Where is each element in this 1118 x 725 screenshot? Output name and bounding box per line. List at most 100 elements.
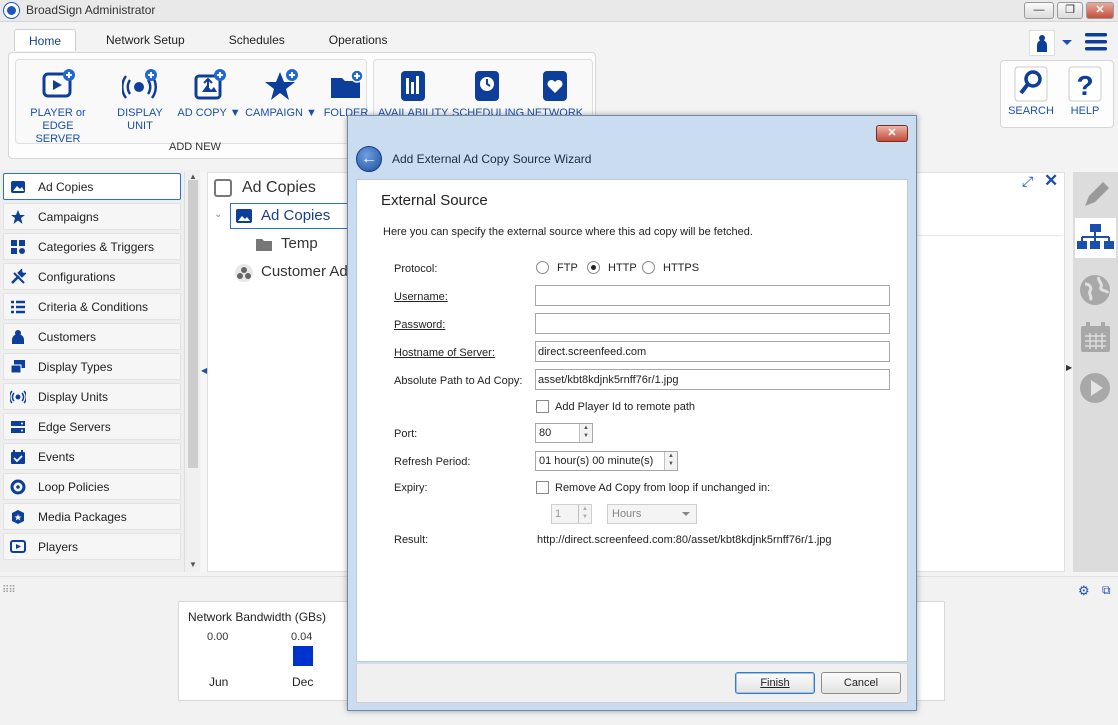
tree-node-temp[interactable]: Temp: [281, 235, 318, 252]
play-tool[interactable]: [1075, 368, 1116, 408]
user-button[interactable]: [1029, 30, 1055, 56]
edit-tool[interactable]: [1075, 176, 1116, 216]
display-unit-label: DISPLAY UNIT: [117, 107, 163, 132]
chart-category-dec: Dec: [292, 675, 314, 689]
sidebar-scrollbar[interactable]: ▲ ▼: [184, 172, 200, 572]
help-button[interactable]: ? HELP: [1061, 65, 1109, 117]
close-window-button[interactable]: ✕: [1086, 2, 1114, 19]
protocol-https-label: HTTPS: [663, 261, 700, 274]
sidebar-item-customers[interactable]: Customers: [3, 323, 181, 350]
minimize-button[interactable]: —: [1024, 2, 1054, 19]
username-field[interactable]: [535, 285, 890, 306]
sidebar-item-players[interactable]: Players: [3, 533, 181, 560]
search-label: SEARCH: [1008, 105, 1054, 117]
globe-tool[interactable]: [1075, 270, 1116, 310]
sidebar-item-display-units[interactable]: Display Units: [3, 383, 181, 410]
protocol-ftp-radio[interactable]: FTP: [536, 261, 578, 274]
sidebar-item-label: Edge Servers: [38, 419, 111, 434]
username-label-text: Username:: [394, 291, 448, 303]
spin-arrows-icon[interactable]: ▲ ▼: [664, 452, 677, 470]
section-description: Here you can specify the external source…: [383, 226, 753, 238]
radio-dot-selected: [587, 261, 600, 274]
ad-copies-icon: [10, 179, 26, 195]
sidebar-item-media-packages[interactable]: Media Packages: [3, 503, 181, 530]
dialog-title: Add External Ad Copy Source Wizard: [392, 152, 592, 166]
sidebar-item-edge-servers[interactable]: Edge Servers: [3, 413, 181, 440]
customers-icon: [10, 329, 26, 345]
add-display-unit-button[interactable]: DISPLAY UNIT: [104, 68, 176, 133]
help-icon: ?: [1068, 66, 1102, 102]
spin-arrows-icon[interactable]: ▲ ▼: [578, 505, 591, 523]
user-dropdown-caret-icon[interactable]: [1062, 40, 1072, 45]
calendar-icon: [1081, 322, 1110, 352]
tab-schedules[interactable]: Schedules: [215, 29, 299, 51]
popout-icon[interactable]: ⧉: [1102, 583, 1111, 598]
protocol-https-radio[interactable]: HTTPS: [642, 261, 699, 274]
sidebar-item-events[interactable]: Events: [3, 443, 181, 470]
maximize-button[interactable]: ❐: [1057, 2, 1083, 19]
add-campaign-button[interactable]: CAMPAIGN ▼: [244, 68, 318, 120]
sidebar-item-label: Campaigns: [38, 209, 99, 224]
sidebar-item-label: Players: [38, 539, 79, 554]
sidebar-item-label: Categories & Triggers: [38, 239, 155, 254]
network-button[interactable]: NETWORK: [522, 68, 588, 120]
tab-home[interactable]: Home: [14, 29, 77, 51]
availability-button[interactable]: AVAILABILITY: [378, 68, 449, 120]
collapse-right-arrow-icon[interactable]: ▶: [1066, 363, 1072, 372]
refresh-period-stepper[interactable]: 01 hour(s) 00 minute(s) ▲ ▼: [535, 451, 678, 471]
collapse-left-arrow-icon[interactable]: ◀: [201, 366, 207, 375]
expiry-amount-stepper[interactable]: 1 ▲ ▼: [551, 504, 592, 524]
calendar-tool[interactable]: [1075, 318, 1116, 358]
sidebar-item-loop-policies[interactable]: Loop Policies: [3, 473, 181, 500]
tree-node-customer[interactable]: Customer Ad: [261, 263, 348, 280]
add-player-id-label: Add Player Id to remote path: [555, 401, 696, 413]
hierarchy-tool[interactable]: [1075, 218, 1116, 258]
protocol-http-radio[interactable]: HTTP: [587, 261, 637, 274]
gear-icon[interactable]: ⚙: [1078, 583, 1090, 599]
finish-button[interactable]: Finish: [735, 672, 815, 694]
search-button[interactable]: SEARCH: [1007, 65, 1055, 117]
dialog-footer: Finish Cancel: [356, 663, 908, 703]
scheduling-button[interactable]: SCHEDULING: [452, 68, 524, 120]
refresh-period-value: 01 hour(s) 00 minute(s): [539, 455, 654, 467]
tab-operations[interactable]: Operations: [315, 29, 402, 51]
select-all-checkbox[interactable]: [214, 179, 232, 197]
search-icon: [1014, 66, 1048, 102]
add-player-button[interactable]: PLAYER or EDGE SERVER: [22, 68, 94, 146]
expiry-unit-select[interactable]: Hours: [607, 504, 697, 524]
ad-copy-path-field[interactable]: [535, 369, 890, 390]
right-toolbar: [1073, 172, 1118, 572]
sidebar-item-display-types[interactable]: Display Types: [3, 353, 181, 380]
hostname-field[interactable]: [535, 341, 890, 362]
add-folder-button[interactable]: FOLDER: [320, 68, 372, 120]
back-arrow-icon[interactable]: ←: [356, 146, 382, 172]
dialog-close-button[interactable]: ✕: [876, 125, 908, 142]
port-stepper[interactable]: 80 ▲ ▼: [535, 423, 593, 443]
refresh-period-label: Refresh Period:: [394, 456, 471, 468]
sidebar-item-ad-copies[interactable]: Ad Copies: [3, 173, 181, 200]
result-url: http://direct.screenfeed.com:80/asset/kb…: [537, 534, 832, 546]
tree-node-ad-copies[interactable]: Ad Copies: [261, 207, 330, 224]
scrollbar-thumb[interactable]: [188, 180, 198, 468]
close-pane-icon[interactable]: ✕: [1044, 171, 1058, 191]
spin-arrows-icon[interactable]: ▲ ▼: [579, 424, 592, 442]
drag-grip-icon[interactable]: ⠿⠿: [2, 585, 16, 596]
criteria-icon: [10, 299, 26, 315]
password-field[interactable]: [535, 313, 890, 334]
display-units-icon: [8, 389, 28, 405]
expand-chevron-icon[interactable]: ⌄: [214, 209, 222, 220]
cancel-button[interactable]: Cancel: [821, 672, 901, 694]
content-header: Ad Copies: [242, 179, 316, 196]
scroll-down-arrow-icon[interactable]: ▼: [189, 560, 197, 569]
sidebar-item-campaigns[interactable]: Campaigns: [3, 203, 181, 230]
expand-icon[interactable]: ⤢: [1022, 173, 1033, 190]
sidebar-item-criteria-conditions[interactable]: Criteria & Conditions: [3, 293, 181, 320]
tab-network-setup[interactable]: Network Setup: [92, 29, 199, 51]
remove-ad-copy-checkbox[interactable]: [536, 481, 549, 494]
protocol-label: Protocol:: [394, 263, 438, 275]
sidebar-item-categories-triggers[interactable]: Categories & Triggers: [3, 233, 181, 260]
hamburger-menu-icon[interactable]: [1085, 32, 1107, 55]
add-player-id-checkbox[interactable]: [536, 400, 549, 413]
add-ad-copy-button[interactable]: AD COPY ▼: [176, 68, 242, 120]
sidebar-item-configurations[interactable]: Configurations: [3, 263, 181, 290]
